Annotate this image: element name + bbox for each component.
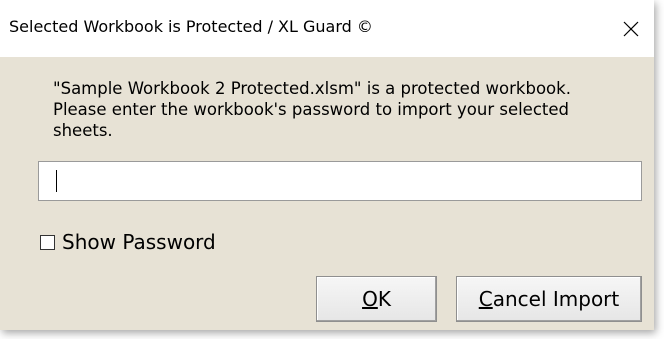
show-password-checkbox[interactable] (40, 234, 55, 250)
title-bar: Selected Workbook is Protected / XL Guar… (0, 0, 654, 57)
dialog-window: Selected Workbook is Protected / XL Guar… (0, 0, 654, 330)
show-password-label: Show Password (62, 230, 216, 254)
password-input[interactable] (38, 161, 642, 201)
ok-label-rest: K (377, 287, 391, 311)
protection-message: "Sample Workbook 2 Protected.xlsm" is a … (53, 79, 571, 140)
close-button[interactable] (608, 0, 654, 57)
ok-button[interactable]: OK (316, 276, 437, 322)
show-password-checkbox-row[interactable]: Show Password (40, 230, 216, 254)
window-title: Selected Workbook is Protected / XL Guar… (9, 17, 373, 36)
cancel-label-rest: ancel Import (492, 287, 620, 311)
dialog-body: "Sample Workbook 2 Protected.xlsm" is a … (0, 57, 654, 330)
ok-mnemonic: O (362, 287, 378, 311)
text-caret (56, 170, 57, 192)
cancel-mnemonic: C (478, 287, 493, 311)
close-icon (623, 21, 639, 36)
cancel-import-button[interactable]: Cancel Import (456, 276, 642, 322)
